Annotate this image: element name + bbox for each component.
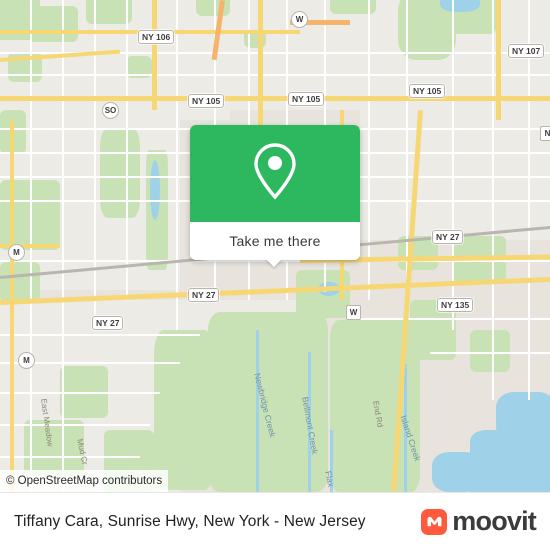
road-shield: NY 135 <box>437 298 474 312</box>
popup-header <box>190 125 360 222</box>
map-marker-w: W <box>291 11 308 28</box>
highway-ny105 <box>0 96 550 101</box>
attribution-text: © OpenStreetMap contributors <box>6 475 163 487</box>
highway-ny107 <box>496 0 501 120</box>
highway-link <box>10 120 14 492</box>
residential-area <box>360 110 550 240</box>
park-area <box>24 420 84 476</box>
road-shield: NY 105 <box>288 92 325 106</box>
road-shield: NY 27 <box>432 230 464 244</box>
moovit-wordmark: moovit <box>452 506 537 536</box>
moovit-brand[interactable]: moovit <box>421 506 537 537</box>
popup-pointer <box>265 258 283 267</box>
street <box>492 0 494 400</box>
water-body <box>496 392 550 442</box>
road-shield: NY 105 <box>409 84 446 98</box>
water-pond <box>150 160 160 220</box>
map-screenshot: NY 106 NY 105 NY 105 NY 105 NY 107 NY 27… <box>0 0 550 550</box>
map-pin-icon <box>252 142 298 205</box>
road-shield: NY 106 <box>138 30 175 44</box>
road-shield: NY 107 <box>508 44 545 58</box>
park-area <box>154 330 214 490</box>
water-body <box>432 452 482 492</box>
park-area <box>0 262 40 302</box>
park-area <box>100 128 140 218</box>
street <box>368 0 370 300</box>
map-marker-m: M <box>18 352 35 369</box>
road-shield: NY 105 <box>188 94 225 108</box>
street <box>0 392 160 394</box>
street <box>360 318 550 320</box>
street <box>126 0 128 300</box>
residential-area <box>230 0 550 110</box>
street <box>430 352 550 354</box>
street <box>0 424 150 426</box>
water-stream <box>256 330 259 492</box>
park-area <box>196 0 230 16</box>
map-marker-w: W <box>346 305 361 320</box>
street <box>94 0 96 330</box>
map-attribution[interactable]: © OpenStreetMap contributors <box>0 470 169 492</box>
take-me-there-button[interactable]: Take me there <box>229 233 320 249</box>
location-title: Tiffany Cara, Sunrise Hwy, New York - Ne… <box>14 512 366 530</box>
street <box>0 74 550 76</box>
highway-ny106 <box>152 0 157 110</box>
map-canvas[interactable]: NY 106 NY 105 NY 105 NY 105 NY 107 NY 27… <box>0 0 550 492</box>
street <box>62 0 64 492</box>
footer-bar: Tiffany Cara, Sunrise Hwy, New York - Ne… <box>0 492 550 550</box>
moovit-logo-icon <box>421 508 448 535</box>
highway-connector <box>258 0 263 130</box>
park-area <box>28 6 78 42</box>
park-area <box>470 330 510 372</box>
map-marker-n: N <box>540 126 550 141</box>
popup-action-bar[interactable]: Take me there <box>190 222 360 260</box>
road-shield: NY 27 <box>92 316 124 330</box>
water-body <box>440 0 480 12</box>
map-marker-m: M <box>8 244 25 261</box>
street <box>528 0 530 400</box>
street <box>0 456 140 458</box>
map-marker-so: SO <box>102 102 119 119</box>
road-shield: NY 27 <box>188 288 220 302</box>
location-popup-card[interactable]: Take me there <box>190 125 360 260</box>
street <box>176 0 178 330</box>
